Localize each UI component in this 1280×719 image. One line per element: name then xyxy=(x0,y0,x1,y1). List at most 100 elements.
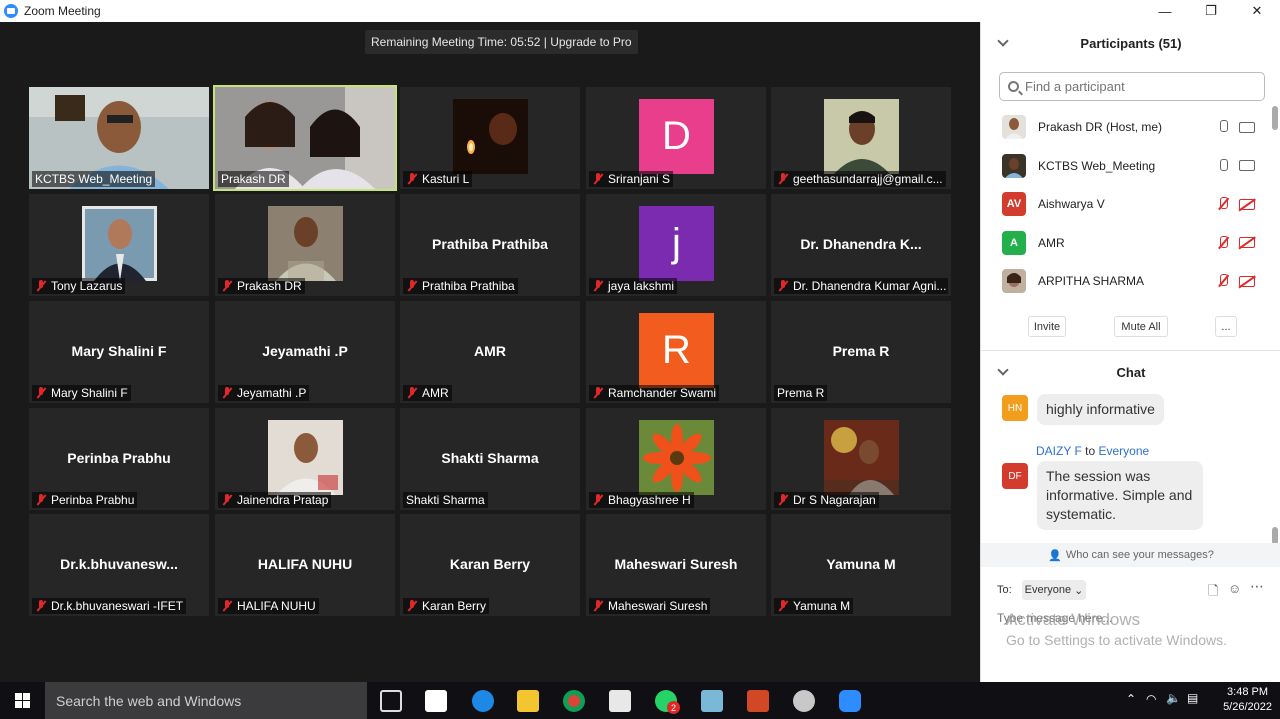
participant-row[interactable]: AV Aishwarya V xyxy=(981,185,1280,224)
video-tile[interactable]: Kasturi L xyxy=(400,87,580,189)
store-icon[interactable] xyxy=(425,690,447,712)
more-icon[interactable]: ⋯ xyxy=(1250,578,1264,595)
sender-name[interactable]: DAIZY F xyxy=(1036,444,1082,458)
taskbar: Search the web and Windows 2 ⌃ ◠ 🔈 ▤ 3:4… xyxy=(0,682,1280,719)
chat-sender: DAIZY F to Everyone xyxy=(1036,444,1149,458)
video-tile[interactable]: KCTBS Web_Meeting xyxy=(29,87,209,189)
mute-all-button[interactable]: Mute All xyxy=(1114,316,1168,337)
who-can-see-bar[interactable]: 👤 Who can see your messages? xyxy=(981,543,1280,567)
file-explorer-icon[interactable] xyxy=(517,690,539,712)
powerpoint-icon[interactable] xyxy=(747,690,769,712)
tile-label: Perinba Prabhu xyxy=(51,493,135,507)
video-tile[interactable]: Prema R Prema R xyxy=(771,301,951,403)
tile-label: Karan Berry xyxy=(422,599,487,613)
file-icon[interactable]: 🗋 xyxy=(1208,582,1218,604)
video-tile[interactable]: Yamuna M Yamuna M xyxy=(771,514,951,616)
video-tile[interactable]: Jeyamathi .P Jeyamathi .P xyxy=(215,301,395,403)
tile-label: Dr.k.bhuvaneswari -IFET xyxy=(51,599,184,613)
video-tile[interactable]: R Ramchander Swami xyxy=(586,301,766,403)
participant-search-input[interactable] xyxy=(1025,79,1245,94)
video-tile[interactable]: Prathiba Prathiba Prathiba Prathiba xyxy=(400,194,580,296)
video-tile[interactable]: Mary Shalini F Mary Shalini F xyxy=(29,301,209,403)
video-tile[interactable]: Shakti Sharma Shakti Sharma xyxy=(400,408,580,510)
zoom-taskbar-icon[interactable] xyxy=(839,690,861,712)
video-tile[interactable]: Jainendra Pratap xyxy=(215,408,395,510)
tile-label: Prathiba Prathiba xyxy=(422,279,515,293)
video-tile[interactable]: Maheswari Suresh Maheswari Suresh xyxy=(586,514,766,616)
clock[interactable]: 3:48 PM 5/26/2022 xyxy=(1223,685,1272,715)
video-tile[interactable]: Karan Berry Karan Berry xyxy=(400,514,580,616)
chrome-icon[interactable] xyxy=(563,690,585,712)
system-tray: ⌃ ◠ 🔈 ▤ 3:48 PM 5/26/2022 xyxy=(1120,682,1280,719)
camera-off-icon[interactable] xyxy=(1239,275,1255,287)
video-gallery: Remaining Meeting Time: 05:52 | Upgrade … xyxy=(0,22,980,682)
chat-message: highly informative xyxy=(1037,394,1164,425)
message-icon[interactable]: ▤ xyxy=(1187,691,1198,705)
video-tile[interactable]: Bhagyashree H xyxy=(586,408,766,510)
tile-label: KCTBS Web_Meeting xyxy=(35,172,153,186)
participant-search[interactable] xyxy=(999,72,1265,101)
muted-mic-icon[interactable] xyxy=(1217,197,1229,211)
video-tile[interactable]: D Sriranjani S xyxy=(586,87,766,189)
invite-button[interactable]: Invite xyxy=(1028,316,1066,337)
muted-mic-icon xyxy=(777,280,789,292)
more-button[interactable]: ... xyxy=(1215,316,1237,337)
app-icon[interactable] xyxy=(701,690,723,712)
muted-mic-icon[interactable] xyxy=(1217,235,1229,250)
chevron-down-icon[interactable] xyxy=(997,364,1009,376)
recipient-name[interactable]: Everyone xyxy=(1099,444,1150,458)
camera-off-icon[interactable] xyxy=(1239,237,1255,249)
wifi-icon[interactable]: ◠ xyxy=(1146,692,1156,706)
avatar xyxy=(1002,115,1026,140)
app-icon[interactable] xyxy=(793,690,815,712)
video-tile[interactable]: Dr. Dhanendra K... Dr. Dhanendra Kumar A… xyxy=(771,194,951,296)
participant-name: Dr.k.bhuvanesw... xyxy=(60,556,178,572)
video-tile[interactable]: Dr.k.bhuvanesw... Dr.k.bhuvaneswari -IFE… xyxy=(29,514,209,616)
edge-icon[interactable] xyxy=(472,690,494,712)
participant-row[interactable]: KCTBS Web_Meeting xyxy=(981,147,1280,186)
participant-name: Jeyamathi .P xyxy=(262,343,348,359)
mic-icon[interactable] xyxy=(1217,120,1229,134)
video-tile-active-speaker[interactable]: Prakash DR xyxy=(213,85,397,191)
video-tile[interactable]: AMR AMR xyxy=(400,301,580,403)
video-tile[interactable]: Tony Lazarus xyxy=(29,194,209,296)
restore-button[interactable]: ❐ xyxy=(1188,0,1234,22)
recipient-dropdown[interactable]: Everyone ⌄ xyxy=(1022,580,1086,600)
avatar: HN xyxy=(1002,395,1028,421)
meeting-time-banner[interactable]: Remaining Meeting Time: 05:52 | Upgrade … xyxy=(365,30,638,54)
minimize-button[interactable]: — xyxy=(1142,0,1188,22)
video-tile[interactable]: geethasundarrajj@gmail.c... xyxy=(771,87,951,189)
chevron-up-icon[interactable]: ⌃ xyxy=(1126,692,1136,706)
participant-row[interactable]: ARPITHA SHARMA xyxy=(981,262,1280,301)
video-tile[interactable]: HALIFA NUHU HALIFA NUHU xyxy=(215,514,395,616)
tile-label: Ramchander Swami xyxy=(608,386,717,400)
participant-row[interactable]: Prakash DR (Host, me) xyxy=(981,108,1280,147)
tile-label: Shakti Sharma xyxy=(406,493,485,507)
video-tile[interactable]: j jaya lakshmi xyxy=(586,194,766,296)
mic-icon[interactable] xyxy=(1217,158,1229,173)
chevron-down-icon[interactable] xyxy=(997,35,1009,47)
side-panel: Participants (51) Prakash DR (Host, me) … xyxy=(980,22,1280,682)
muted-mic-icon xyxy=(592,600,604,612)
tile-label: Tony Lazarus xyxy=(51,279,123,293)
video-tile[interactable]: Dr S Nagarajan xyxy=(771,408,951,510)
participant-photo xyxy=(824,99,899,174)
start-button[interactable] xyxy=(0,682,45,719)
close-button[interactable]: ✕ xyxy=(1234,0,1280,22)
tile-label: Prema R xyxy=(777,386,825,400)
muted-mic-icon[interactable] xyxy=(1217,274,1229,288)
camera-off-icon[interactable] xyxy=(1239,198,1255,210)
camera-icon[interactable] xyxy=(1239,121,1255,133)
photos-icon[interactable] xyxy=(609,690,631,712)
video-tile[interactable]: Perinba Prabhu Perinba Prabhu xyxy=(29,408,209,510)
participant-row[interactable]: A AMR xyxy=(981,224,1280,263)
participant-photo xyxy=(453,99,528,174)
camera-icon[interactable] xyxy=(1239,160,1255,172)
taskbar-search[interactable]: Search the web and Windows xyxy=(45,682,367,719)
emoji-icon[interactable]: ☺ xyxy=(1228,581,1241,596)
to-label: To: xyxy=(997,584,1012,596)
video-tile[interactable]: Prakash DR xyxy=(215,194,395,296)
volume-icon[interactable]: 🔈 xyxy=(1166,691,1181,705)
tile-label: Jainendra Pratap xyxy=(237,493,329,507)
task-view-icon[interactable] xyxy=(380,690,402,712)
